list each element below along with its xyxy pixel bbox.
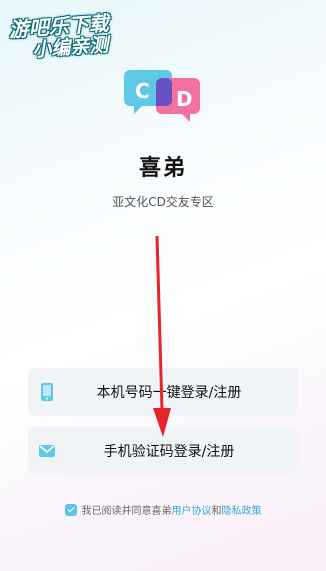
app-tagline: 亚文化CD交友专区: [112, 195, 214, 209]
app-logo: C D: [124, 70, 200, 122]
agreement-and: 和: [211, 506, 222, 517]
one-click-login-button[interactable]: 本机号码一键登录/注册: [28, 368, 298, 416]
agreement-row: 我已阅读并同意喜弟 用户协议 和 隐私政策: [0, 502, 326, 517]
sms-login-button[interactable]: 手机验证码登录/注册: [28, 427, 298, 475]
privacy-policy-link[interactable]: 隐私政策: [222, 502, 262, 517]
phone-icon: [41, 383, 53, 401]
logo-letter-c: C: [135, 79, 150, 103]
user-agreement-link[interactable]: 用户协议: [172, 502, 212, 517]
sms-login-label: 手机验证码登录/注册: [103, 444, 235, 460]
logo-letter-d: D: [176, 87, 193, 111]
agreement-checkbox[interactable]: [64, 503, 77, 516]
app-name: 喜弟: [138, 156, 187, 181]
mail-icon: [39, 445, 55, 457]
one-click-login-label: 本机号码一键登录/注册: [96, 385, 242, 401]
agreement-prefix: 我已阅读并同意喜弟: [81, 506, 172, 517]
